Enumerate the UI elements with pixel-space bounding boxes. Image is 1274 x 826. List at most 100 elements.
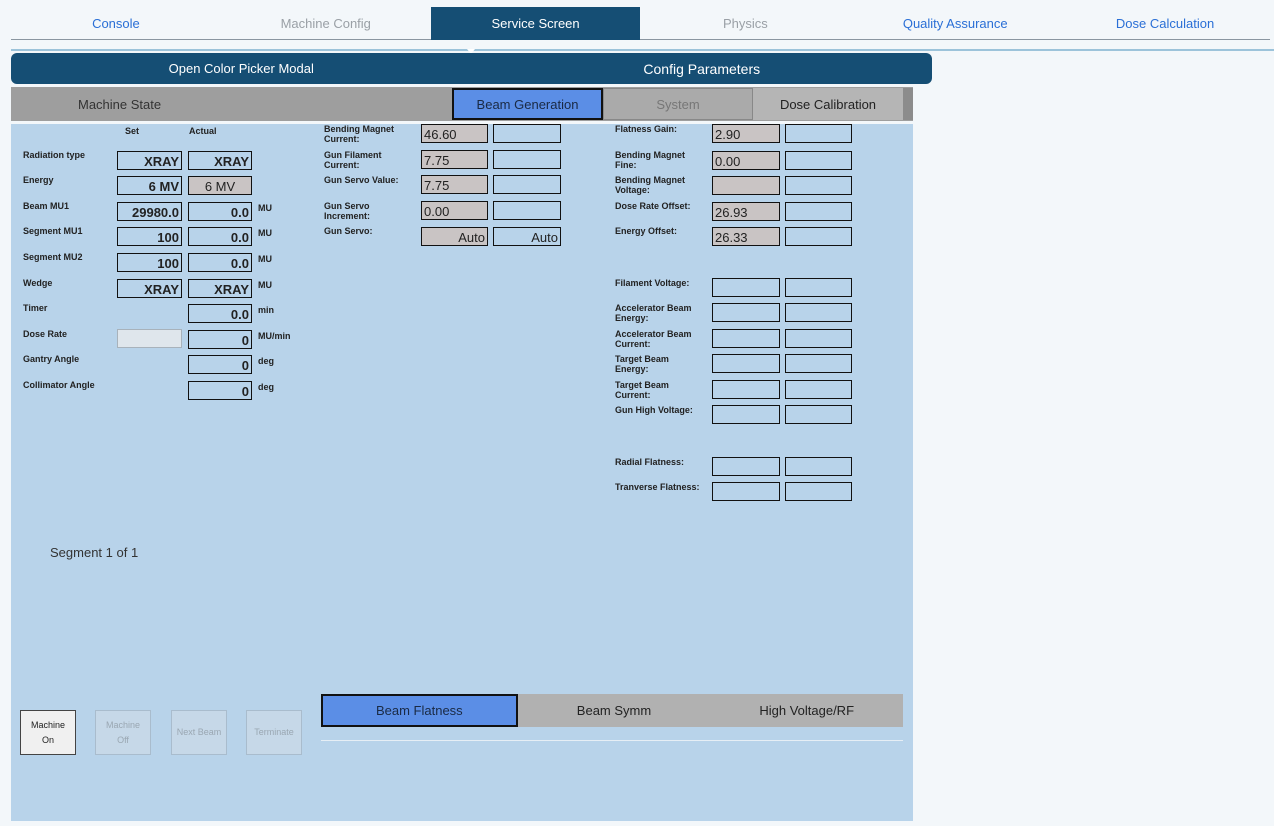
param-label: Target Beam Energy: (615, 354, 669, 374)
unit-label: MU (258, 254, 272, 264)
target-beam-energy-actual (785, 354, 852, 373)
beam-mu1-actual: 0.0 (188, 202, 252, 221)
param-label: Tranverse Flatness: (615, 482, 700, 492)
tab-beam-symm[interactable]: Beam Symm (518, 694, 711, 727)
param-label: Gun Filament Current: (324, 150, 382, 170)
bending-magnet-voltage-value[interactable] (712, 176, 780, 195)
tab-dose-calibration[interactable]: Dose Calibration (753, 88, 903, 120)
gun-servo-value-actual (493, 175, 561, 194)
treatment-label: Segment MU1 (23, 226, 83, 236)
accelerator-beam-energy-actual (785, 303, 852, 322)
bending-magnet-current-value[interactable]: 46.60 (421, 124, 488, 143)
tab-console[interactable]: Console (11, 7, 221, 40)
param-label: Accelerator Beam Current: (615, 329, 692, 349)
tab-quality-assurance[interactable]: Quality Assurance (850, 7, 1061, 40)
energy-set[interactable]: 6 MV (117, 176, 182, 195)
accelerator-beam-current-value (712, 329, 780, 348)
segment-mu2-set[interactable]: 100 (117, 253, 182, 272)
service-panel: Machine State Beam Generation System Dos… (11, 87, 913, 821)
transverse-flatness-actual (785, 482, 852, 501)
unit-label: MU/min (258, 331, 291, 341)
gun-servo-increment-actual (493, 201, 561, 220)
gantry-angle-actual: 0 (188, 355, 252, 374)
accelerator-beam-current-actual (785, 329, 852, 348)
bending-magnet-voltage-actual (785, 176, 852, 195)
tab-high-voltage-rf[interactable]: High Voltage/RF (710, 694, 903, 727)
target-beam-current-actual (785, 380, 852, 399)
radial-flatness-value (712, 457, 780, 476)
config-parameters-button[interactable]: Config Parameters (472, 53, 933, 84)
treatment-label: Wedge (23, 278, 53, 288)
param-label: Accelerator Beam Energy: (615, 303, 692, 323)
bending-magnet-current-actual (493, 124, 561, 143)
gun-filament-current-actual (493, 150, 561, 169)
param-label: Gun Servo Increment: (324, 201, 371, 221)
tab-physics[interactable]: Physics (640, 7, 851, 40)
timer-actual: 0.0 (188, 304, 252, 323)
unit-label: MU (258, 203, 272, 213)
param-label: Radial Flatness: (615, 457, 685, 467)
nav-divider (11, 49, 1274, 51)
tab-machine-config[interactable]: Machine Config (220, 7, 431, 40)
tab-system[interactable]: System (603, 88, 753, 120)
machine-state-title: Machine State (78, 97, 162, 112)
param-label: Flatness Gain: (615, 124, 678, 134)
transverse-flatness-value (712, 482, 780, 501)
tab-dose-calculation[interactable]: Dose Calculation (1060, 7, 1270, 40)
dose-rate-offset-actual (785, 202, 852, 221)
dose-rate-offset-value[interactable]: 26.93 (712, 202, 780, 221)
treatment-label: Beam MU1 (23, 201, 70, 211)
terminate-button[interactable]: Terminate (246, 710, 302, 755)
machine-on-button[interactable]: Machine On (20, 710, 76, 755)
filament-voltage-actual (785, 278, 852, 297)
radiation-type-set[interactable]: XRAY (117, 151, 182, 170)
bending-magnet-fine-value[interactable]: 0.00 (712, 151, 780, 170)
filament-voltage-value (712, 278, 780, 297)
segment-indicator: Segment 1 of 1 (50, 545, 139, 560)
gun-servo-value[interactable]: 7.75 (421, 175, 488, 194)
tab-bar-end (903, 88, 913, 120)
target-beam-energy-value (712, 354, 780, 373)
treatment-label: Dose Rate (23, 329, 68, 339)
segment-mu1-set[interactable]: 100 (117, 227, 182, 246)
beam-mu1-set[interactable]: 29980.0 (117, 202, 182, 221)
treatment-label: Gantry Angle (23, 354, 80, 364)
radial-flatness-actual (785, 457, 852, 476)
flatness-gain-value[interactable]: 2.90 (712, 124, 780, 143)
segment-mu1-actual: 0.0 (188, 227, 252, 246)
beam-tabs: Beam Flatness Beam Symm High Voltage/RF (321, 694, 903, 727)
param-label: Gun High Voltage: (615, 405, 693, 415)
treatment-label: Radiation type (23, 150, 86, 160)
gun-servo-mode-actual: Auto (493, 227, 561, 246)
segment-mu2-actual: 0.0 (188, 253, 252, 272)
energy-offset-value[interactable]: 26.33 (712, 227, 780, 246)
treatment-label: Collimator Angle (23, 380, 95, 390)
tab-service-screen[interactable]: Service Screen (430, 7, 641, 40)
machine-off-button[interactable]: Machine Off (95, 710, 151, 755)
open-color-picker-button[interactable]: Open Color Picker Modal (11, 53, 472, 84)
gun-servo-increment-value[interactable]: 0.00 (421, 201, 488, 220)
gun-filament-current-value[interactable]: 7.75 (421, 150, 488, 169)
dose-rate-actual: 0 (188, 330, 252, 349)
gun-servo-mode[interactable]: Auto (421, 227, 488, 246)
tab-beam-generation[interactable]: Beam Generation (452, 88, 603, 120)
unit-label: MU (258, 280, 272, 290)
treatment-label: Energy (23, 175, 54, 185)
param-label: Gun Servo Value: (324, 175, 399, 185)
wedge-set[interactable]: XRAY (117, 279, 182, 298)
unit-label: MU (258, 228, 272, 238)
tab-beam-flatness[interactable]: Beam Flatness (321, 694, 518, 727)
target-beam-current-value (712, 380, 780, 399)
config-bar: Open Color Picker Modal Config Parameter… (11, 53, 932, 84)
collimator-angle-actual: 0 (188, 381, 252, 400)
unit-label: deg (258, 356, 275, 366)
beam-tabs-divider (321, 740, 903, 741)
bending-magnet-fine-actual (785, 151, 852, 170)
energy-actual: 6 MV (188, 176, 252, 195)
param-label: Filament Voltage: (615, 278, 690, 288)
top-nav: Console Machine Config Service Screen Ph… (11, 7, 1270, 40)
param-label: Bending Magnet Voltage: (615, 175, 685, 195)
next-beam-button[interactable]: Next Beam (171, 710, 227, 755)
set-header: Set (125, 126, 140, 136)
dose-rate-set[interactable] (117, 329, 182, 348)
